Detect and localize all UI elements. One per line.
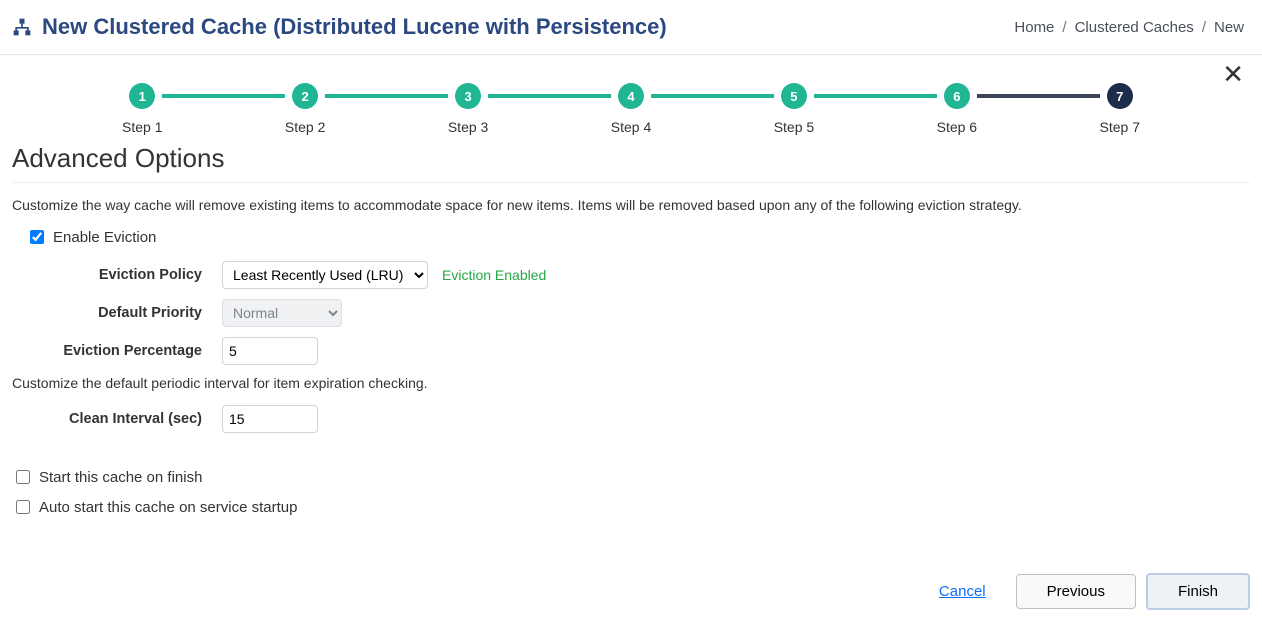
sitemap-icon	[12, 17, 32, 37]
step-line-pending	[977, 94, 1099, 98]
finish-button[interactable]: Finish	[1146, 573, 1250, 610]
eviction-percentage-label: Eviction Percentage	[12, 343, 222, 359]
eviction-description: Customize the way cache will remove exis…	[12, 197, 1250, 213]
eviction-percentage-row: Eviction Percentage	[12, 337, 1250, 365]
step-label-2: Step 2	[285, 119, 325, 135]
step-6[interactable]: 6 Step 6	[937, 83, 977, 135]
eviction-policy-label: Eviction Policy	[12, 267, 222, 283]
header-left: New Clustered Cache (Distributed Lucene …	[12, 14, 667, 40]
step-circle-4: 4	[618, 83, 644, 109]
default-priority-label: Default Priority	[12, 305, 222, 321]
step-circle-5: 5	[781, 83, 807, 109]
breadcrumb-sep: /	[1202, 19, 1206, 36]
start-on-finish-row[interactable]: Start this cache on finish	[12, 467, 1250, 487]
content: ✕ 1 Step 1 2 Step 2 3 Step 3 4 Step 4 5 …	[0, 55, 1262, 626]
page-header: New Clustered Cache (Distributed Lucene …	[0, 0, 1262, 55]
enable-eviction-row[interactable]: Enable Eviction	[26, 227, 1250, 247]
stepper: 1 Step 1 2 Step 2 3 Step 3 4 Step 4 5 St…	[122, 83, 1140, 135]
step-circle-1: 1	[129, 83, 155, 109]
start-on-finish-checkbox[interactable]	[16, 470, 30, 484]
cancel-link[interactable]: Cancel	[939, 583, 986, 600]
step-circle-7: 7	[1107, 83, 1133, 109]
breadcrumb: Home / Clustered Caches / New	[1014, 19, 1244, 36]
step-label-7: Step 7	[1100, 119, 1140, 135]
eviction-policy-select[interactable]: Least Recently Used (LRU)	[222, 261, 428, 289]
step-label-5: Step 5	[774, 119, 814, 135]
step-label-6: Step 6	[937, 119, 977, 135]
interval-description: Customize the default periodic interval …	[12, 375, 1250, 391]
breadcrumb-sep: /	[1062, 19, 1066, 36]
step-5[interactable]: 5 Step 5	[774, 83, 814, 135]
step-line	[162, 94, 284, 98]
step-label-3: Step 3	[448, 119, 488, 135]
step-line	[651, 94, 773, 98]
step-2[interactable]: 2 Step 2	[285, 83, 325, 135]
breadcrumb-home[interactable]: Home	[1014, 19, 1054, 36]
step-circle-6: 6	[944, 83, 970, 109]
bottom-checks: Start this cache on finish Auto start th…	[12, 467, 1250, 517]
close-icon[interactable]: ✕	[1222, 61, 1244, 87]
step-line	[488, 94, 610, 98]
default-priority-row: Default Priority Normal	[12, 299, 1250, 327]
footer: Cancel Previous Finish	[12, 573, 1250, 610]
page-title: New Clustered Cache (Distributed Lucene …	[42, 14, 667, 40]
step-4[interactable]: 4 Step 4	[611, 83, 651, 135]
clean-interval-row: Clean Interval (sec)	[12, 405, 1250, 433]
breadcrumb-caches[interactable]: Clustered Caches	[1075, 19, 1194, 36]
step-line	[814, 94, 936, 98]
step-7[interactable]: 7 Step 7	[1100, 83, 1140, 135]
auto-start-row[interactable]: Auto start this cache on service startup	[12, 497, 1250, 517]
section-title: Advanced Options	[12, 143, 1250, 183]
clean-interval-input[interactable]	[222, 405, 318, 433]
step-label-4: Step 4	[611, 119, 651, 135]
step-circle-3: 3	[455, 83, 481, 109]
default-priority-select: Normal	[222, 299, 342, 327]
auto-start-checkbox[interactable]	[16, 500, 30, 514]
step-1[interactable]: 1 Step 1	[122, 83, 162, 135]
breadcrumb-current: New	[1214, 19, 1244, 36]
eviction-policy-row: Eviction Policy Least Recently Used (LRU…	[12, 261, 1250, 289]
enable-eviction-label: Enable Eviction	[53, 229, 156, 246]
step-line	[325, 94, 447, 98]
auto-start-label: Auto start this cache on service startup	[39, 499, 297, 516]
start-on-finish-label: Start this cache on finish	[39, 469, 202, 486]
step-3[interactable]: 3 Step 3	[448, 83, 488, 135]
eviction-enabled-hint: Eviction Enabled	[442, 267, 546, 283]
clean-interval-label: Clean Interval (sec)	[12, 411, 222, 427]
enable-eviction-checkbox[interactable]	[30, 230, 44, 244]
step-label-1: Step 1	[122, 119, 162, 135]
step-circle-2: 2	[292, 83, 318, 109]
eviction-percentage-input[interactable]	[222, 337, 318, 365]
previous-button[interactable]: Previous	[1016, 574, 1136, 609]
